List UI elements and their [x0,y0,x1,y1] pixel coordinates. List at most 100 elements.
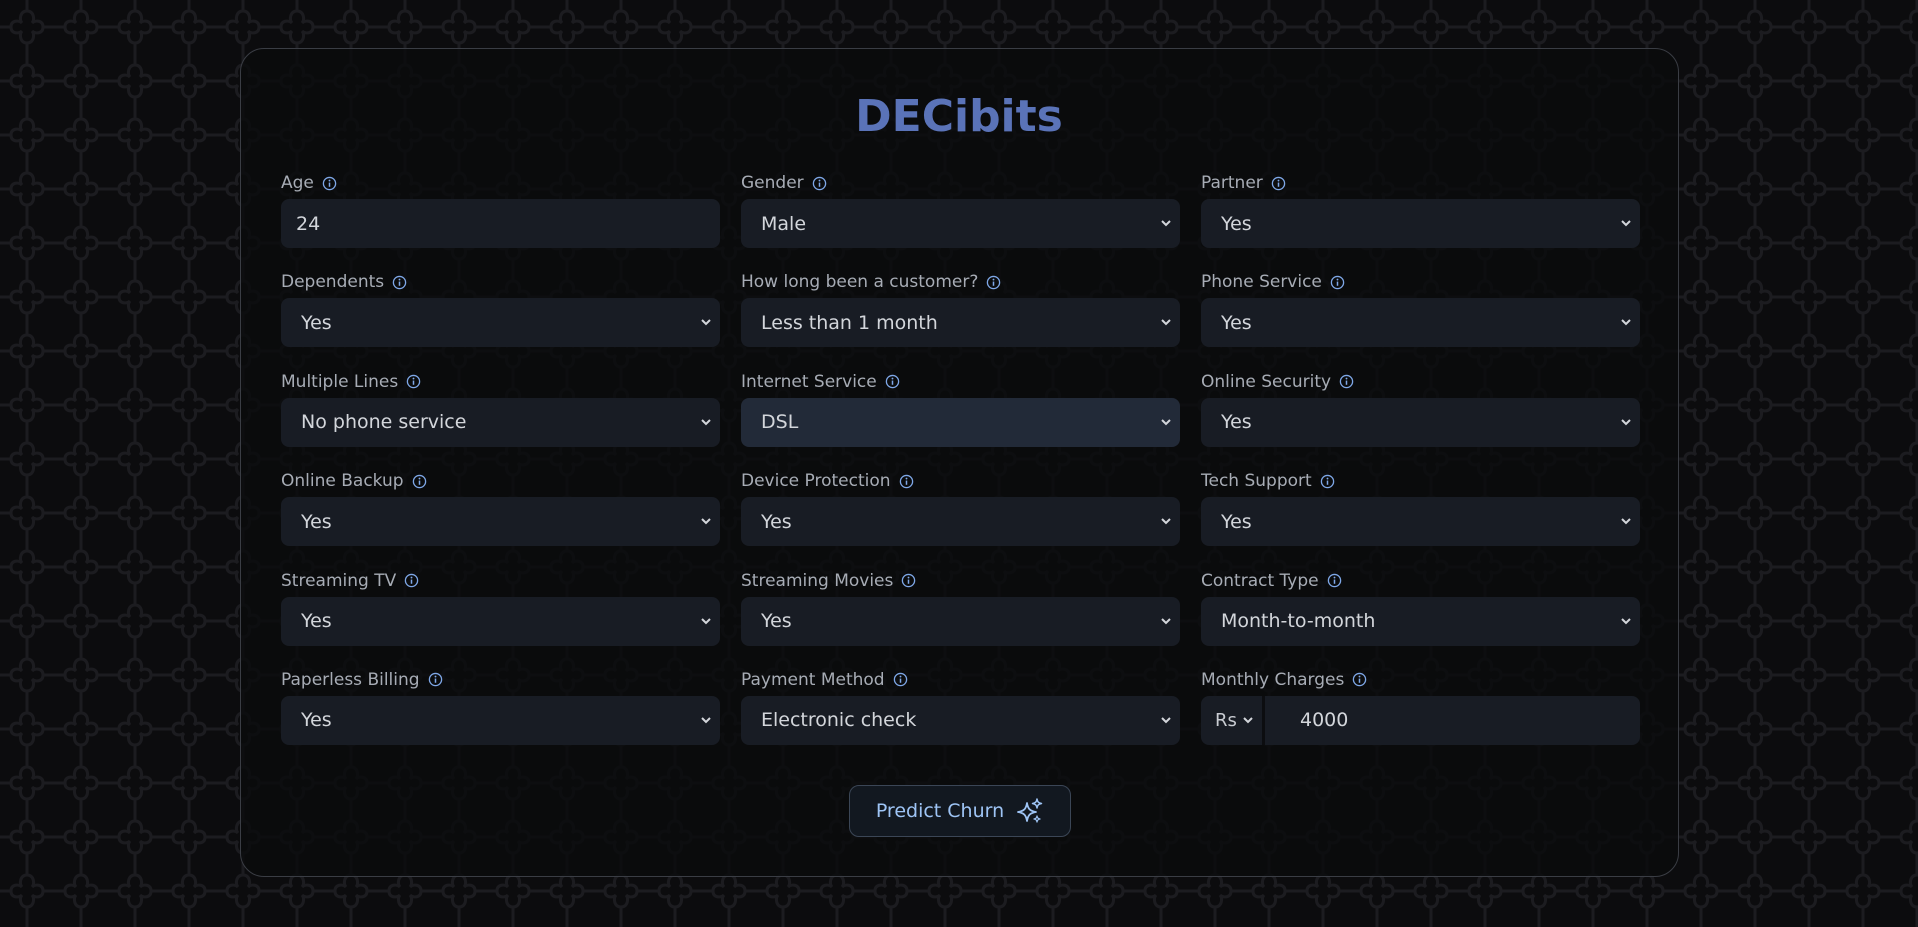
predict-churn-label: Predict Churn [875,800,1005,822]
tenure-label: How long been a customer? [741,272,979,293]
info-icon[interactable] [1339,374,1354,389]
chevron-down-icon [1621,617,1631,624]
phone-service-value: Yes [1221,311,1252,334]
streaming-tv-field: Streaming TV Yes [281,566,720,665]
streaming-movies-value: Yes [761,610,792,633]
streaming-movies-label: Streaming Movies [741,570,894,591]
info-icon[interactable] [899,474,914,489]
streaming-tv-value: Yes [301,610,332,633]
info-icon[interactable] [322,176,337,191]
streaming-movies-select[interactable]: Yes [741,596,1180,646]
phone-service-field: Phone Service Yes [1201,267,1640,366]
dependents-label: Dependents [281,272,385,293]
info-icon[interactable] [428,672,443,687]
device-protection-select[interactable]: Yes [741,497,1180,547]
online-backup-label: Online Backup [281,471,404,492]
info-icon[interactable] [404,573,419,588]
device-protection-field: Device Protection Yes [741,466,1180,565]
online-backup-field: Online Backup Yes [281,466,720,565]
tenure-select[interactable]: Less than 1 month [741,298,1180,348]
churn-form: Age 24 Gender Male Partner Yes Dependent… [281,168,1640,764]
gender-label: Gender [741,173,804,193]
monthly-charges-input-group: Rs 4000 [1201,695,1640,745]
info-icon[interactable] [893,672,908,687]
monthly-charges-input[interactable]: 4000 [1265,709,1348,731]
contract-type-value: Month-to-month [1221,610,1376,633]
tech-support-field: Tech Support Yes [1201,466,1640,565]
partner-value: Yes [1221,212,1252,235]
info-icon[interactable] [1327,573,1342,588]
paperless-billing-select[interactable]: Yes [281,695,720,745]
multiple-lines-select[interactable]: No phone service [281,397,720,447]
chevron-down-icon [1161,617,1171,624]
internet-service-label: Internet Service [741,371,877,392]
chevron-down-icon [1621,419,1631,426]
age-value: 24 [296,212,321,235]
tenure-field: How long been a customer? Less than 1 mo… [741,267,1180,366]
tech-support-label: Tech Support [1201,471,1312,492]
predict-churn-button[interactable]: Predict Churn [849,785,1071,837]
info-icon[interactable] [1352,672,1367,687]
phone-service-label: Phone Service [1201,272,1322,293]
gender-field: Gender Male [741,168,1180,267]
internet-service-field: Internet Service DSL [741,367,1180,466]
age-label: Age [281,173,314,193]
multiple-lines-field: Multiple Lines No phone service [281,367,720,466]
partner-label: Partner [1201,173,1263,193]
internet-service-value: DSL [761,411,799,434]
monthly-charges-field: Monthly Charges Rs 4000 [1201,665,1640,764]
partner-select[interactable]: Yes [1201,199,1640,248]
info-icon[interactable] [1320,474,1335,489]
partner-field: Partner Yes [1201,168,1640,267]
info-icon[interactable] [392,275,407,290]
contract-type-select[interactable]: Month-to-month [1201,596,1640,646]
dependents-value: Yes [301,311,332,334]
currency-select[interactable]: Rs [1201,695,1265,745]
dependents-select[interactable]: Yes [281,298,720,348]
info-icon[interactable] [885,374,900,389]
info-icon[interactable] [1271,176,1286,191]
contract-type-label: Contract Type [1201,570,1319,591]
info-icon[interactable] [412,474,427,489]
online-security-label: Online Security [1201,371,1332,392]
chevron-down-icon [701,319,711,326]
info-icon[interactable] [986,275,1001,290]
payment-method-field: Payment Method Electronic check [741,665,1180,764]
multiple-lines-value: No phone service [301,411,467,434]
currency-value: Rs [1215,709,1237,731]
chevron-down-icon [1161,518,1171,525]
info-icon[interactable] [406,374,421,389]
payment-method-select[interactable]: Electronic check [741,695,1180,745]
chevron-down-icon [1243,717,1253,724]
paperless-billing-label: Paperless Billing [281,669,420,690]
tech-support-select[interactable]: Yes [1201,497,1640,547]
tenure-value: Less than 1 month [761,311,938,334]
tech-support-value: Yes [1221,510,1252,533]
chevron-down-icon [1161,717,1171,724]
age-input[interactable]: 24 [281,199,720,248]
streaming-tv-label: Streaming TV [281,570,397,591]
gender-select[interactable]: Male [741,199,1180,248]
chevron-down-icon [701,419,711,426]
online-security-field: Online Security Yes [1201,367,1640,466]
device-protection-value: Yes [761,510,792,533]
info-icon[interactable] [812,176,827,191]
streaming-tv-select[interactable]: Yes [281,596,720,646]
internet-service-select[interactable]: DSL [741,397,1180,447]
age-field: Age 24 [281,168,720,267]
online-backup-select[interactable]: Yes [281,497,720,547]
streaming-movies-field: Streaming Movies Yes [741,566,1180,665]
online-security-select[interactable]: Yes [1201,397,1640,447]
paperless-billing-value: Yes [301,709,332,732]
contract-type-field: Contract Type Month-to-month [1201,566,1640,665]
device-protection-label: Device Protection [741,471,891,492]
info-icon[interactable] [1330,275,1345,290]
app-title: DECibits [855,91,1063,142]
payment-method-label: Payment Method [741,669,885,690]
chevron-down-icon [1161,319,1171,326]
info-icon[interactable] [901,573,916,588]
chevron-down-icon [701,717,711,724]
chevron-down-icon [1621,518,1631,525]
phone-service-select[interactable]: Yes [1201,298,1640,348]
online-security-value: Yes [1221,411,1252,434]
